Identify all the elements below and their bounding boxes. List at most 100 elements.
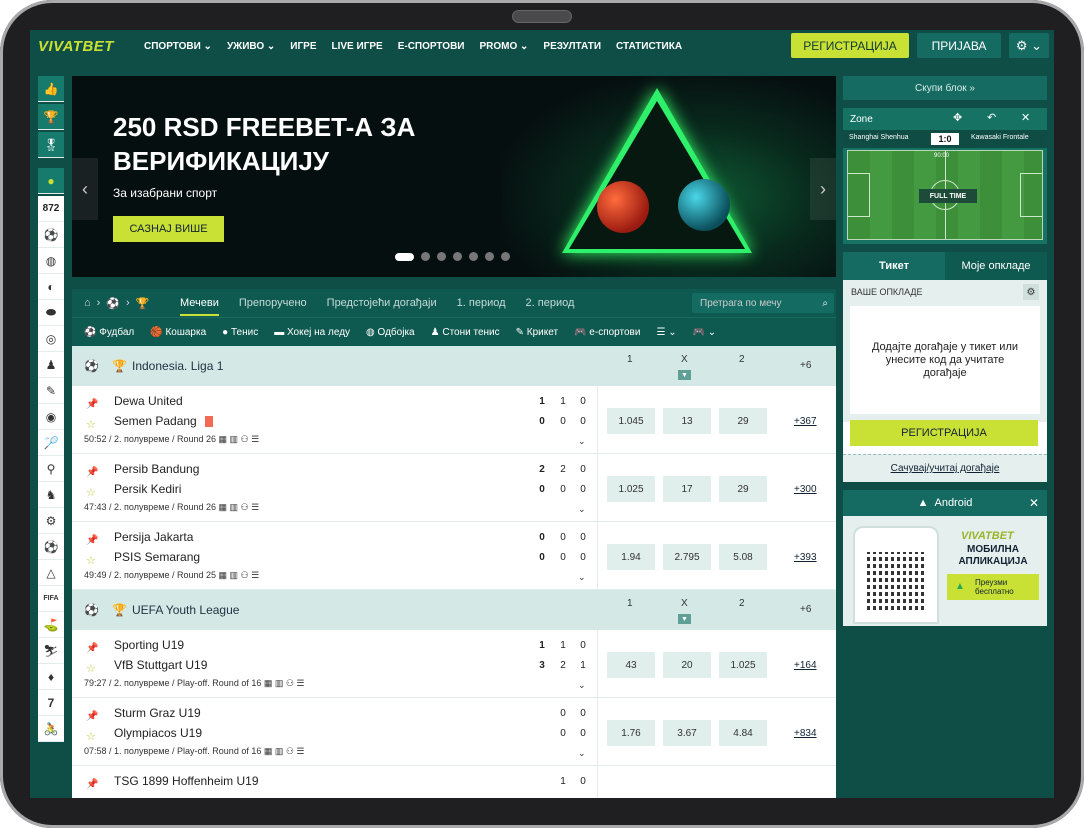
cricket-icon[interactable]: ✎ — [38, 378, 64, 404]
lottery-icon[interactable]: 7 — [38, 690, 64, 716]
odd-1[interactable]: 1.045 — [607, 408, 655, 434]
golf-icon[interactable]: ⛳ — [38, 612, 64, 638]
odd-1[interactable]: 1.025 — [607, 476, 655, 502]
chevron-down-icon[interactable]: ⌄ — [578, 680, 586, 691]
match-search-input[interactable]: Претрага по мечу ⌕ — [692, 293, 834, 313]
more-odds-link[interactable]: +834 — [794, 728, 817, 739]
hockey-icon[interactable]: ⬬ — [38, 300, 64, 326]
cycling-race-icon[interactable]: 🚴 — [38, 716, 64, 742]
diamond-icon[interactable]: ♦ — [38, 664, 64, 690]
tab-matches[interactable]: Мечеви — [180, 297, 219, 316]
odd-1[interactable]: 1.76 — [607, 720, 655, 746]
logo[interactable]: VIVATBET — [38, 38, 136, 55]
star-icon[interactable]: ☆ — [86, 730, 96, 743]
league-header[interactable]: ⚽ 🏆 Indonesia. Liga 1 1 X 2 ▼ +6 — [72, 346, 836, 386]
home-icon[interactable]: ⌂ — [84, 297, 91, 310]
pin-icon[interactable]: 📌 — [86, 467, 98, 478]
tab-ticket[interactable]: Тикет — [843, 252, 945, 280]
odd-1[interactable]: 43 — [607, 652, 655, 678]
sport-filter-football[interactable]: ⚽ Фудбал — [84, 327, 134, 338]
league-header[interactable]: ⚽ 🏆 UEFA Youth League 1 X 2 ▼ +6 — [72, 590, 836, 630]
carousel-dot[interactable] — [469, 252, 478, 261]
sport-filter-more[interactable]: ☰ ⌄ — [656, 327, 676, 338]
match-row[interactable]: 📌 ☆ Sporting U19 VfB Stuttgart U19 1 1 0… — [72, 630, 836, 698]
odd-2[interactable]: 4.84 — [719, 720, 767, 746]
odd-x[interactable]: 17 — [663, 476, 711, 502]
pin-icon[interactable]: 📌 — [86, 535, 98, 546]
match-row[interactable]: 📌 ☆ Dewa United Semen Padang 1 1 0 0 0 0… — [72, 386, 836, 454]
pin-icon[interactable]: 📌 — [86, 399, 98, 410]
close-icon[interactable]: ✕ — [1021, 111, 1030, 124]
badminton-icon[interactable]: 🏸 — [38, 430, 64, 456]
gear-icon[interactable]: ⚙ ⌄ — [1009, 33, 1049, 58]
esports-icon[interactable]: ◉ — [38, 404, 64, 430]
learn-more-button[interactable]: САЗНАЈ ВИШЕ — [113, 216, 224, 242]
close-icon[interactable]: ✕ — [1029, 496, 1039, 510]
carousel-dot[interactable] — [453, 252, 462, 261]
odd-2[interactable]: 1.025 — [719, 652, 767, 678]
odd-x[interactable]: 20 — [663, 652, 711, 678]
nav-statistics[interactable]: СТАТИСТИКА — [616, 41, 682, 52]
collapse-block-button[interactable]: Скупи блок » — [843, 76, 1047, 100]
chevron-down-icon[interactable]: ▼ — [678, 614, 691, 624]
carousel-dot[interactable] — [485, 252, 494, 261]
table-tennis-icon[interactable]: ♟ — [38, 352, 64, 378]
nav-games[interactable]: ИГРЕ — [290, 41, 316, 52]
match-row[interactable]: 📌 ☆ Persija Jakarta PSIS Semarang 0 0 0 … — [72, 522, 836, 590]
nav-esports[interactable]: Е-СПОРТОВИ — [398, 41, 465, 52]
carousel-dot[interactable] — [501, 252, 510, 261]
tab-upcoming[interactable]: Предстојећи догађаји — [327, 297, 437, 309]
nav-sports[interactable]: СПОРТОВИ ⌄ — [144, 41, 212, 52]
sport-filter-volleyball[interactable]: ◍ Одбојка — [366, 327, 415, 338]
match-row[interactable]: 📌 ☆ Sturm Graz U19 Olympiacos U19 0 0 0 … — [72, 698, 836, 766]
tab-period-1[interactable]: 1. период — [457, 297, 506, 309]
pin-icon[interactable]: 📌 — [86, 711, 98, 722]
sport-filter-esports[interactable]: 🎮 е-спортови — [574, 327, 640, 338]
tennis-icon[interactable]: ◐ — [38, 274, 64, 300]
fifa-icon[interactable]: FIFA — [38, 586, 64, 612]
login-button[interactable]: ПРИЈАВА — [917, 33, 1001, 58]
chevron-down-icon[interactable]: ⌄ — [578, 436, 586, 447]
odd-x[interactable]: 3.67 — [663, 720, 711, 746]
thumbs-up-icon[interactable]: 👍 — [38, 76, 64, 102]
more-odds-link[interactable]: +300 — [794, 484, 817, 495]
pin-icon[interactable]: 📌 — [86, 779, 98, 790]
chevron-down-icon[interactable]: ⌄ — [578, 504, 586, 515]
skiing-icon[interactable]: ⛷ — [38, 638, 64, 664]
stats-icons[interactable]: ▦ ▥ ⚇ ☰ — [219, 434, 260, 444]
basketball-icon[interactable]: ◍ — [38, 248, 64, 274]
banner-prev-arrow[interactable]: ‹ — [72, 158, 98, 220]
nav-live[interactable]: УЖИВО ⌄ — [227, 41, 275, 52]
more-odds-link[interactable]: +393 — [794, 552, 817, 563]
star-icon[interactable]: ☆ — [86, 486, 96, 499]
sport-filter-table-tennis[interactable]: ♟ Стони тенис — [431, 327, 500, 338]
search-icon[interactable]: ⌕ — [822, 298, 828, 309]
trophy-icon[interactable]: 🏆 — [136, 297, 150, 310]
more-odds-link[interactable]: +164 — [794, 660, 817, 671]
move-icon[interactable]: ✥ — [953, 111, 962, 124]
odd-x[interactable]: 2.795 — [663, 544, 711, 570]
more-markets[interactable]: +6 — [800, 360, 811, 371]
carousel-dot[interactable] — [421, 252, 430, 261]
horse-racing-icon[interactable]: ♞ — [38, 482, 64, 508]
sport-filter-tennis[interactable]: ● Тенис — [222, 327, 258, 338]
gear-icon[interactable]: ⚙ — [1023, 284, 1039, 300]
stats-icons[interactable]: ▦ ▥ ⚇ ☰ — [264, 678, 305, 688]
triangle-icon[interactable]: △ — [38, 560, 64, 586]
banner-next-arrow[interactable]: › — [810, 158, 836, 220]
sport-filter-hockey[interactable]: ▬ Хокеј на леду — [274, 327, 350, 338]
volleyball-icon[interactable]: ◎ — [38, 326, 64, 352]
stats-icons[interactable]: ▦ ▥ ⚇ ☰ — [219, 502, 260, 512]
efootball-icon[interactable]: ⚽ — [38, 534, 64, 560]
football-icon[interactable]: ⚽ — [38, 222, 64, 248]
tab-period-2[interactable]: 2. период — [526, 297, 575, 309]
odd-x[interactable]: 13 — [663, 408, 711, 434]
live-dot-icon[interactable]: ● — [38, 168, 64, 194]
motorsport-icon[interactable]: ⚙ — [38, 508, 64, 534]
tab-my-bets[interactable]: Моје опкладе — [945, 252, 1047, 280]
carousel-dot[interactable] — [395, 252, 414, 261]
star-icon[interactable]: ☆ — [86, 554, 96, 567]
match-row[interactable]: 📌 ☆ Persib Bandung Persik Kediri 2 2 0 0… — [72, 454, 836, 522]
chevron-down-icon[interactable]: ⌄ — [578, 748, 586, 759]
football-icon[interactable]: ⚽ — [106, 297, 120, 310]
